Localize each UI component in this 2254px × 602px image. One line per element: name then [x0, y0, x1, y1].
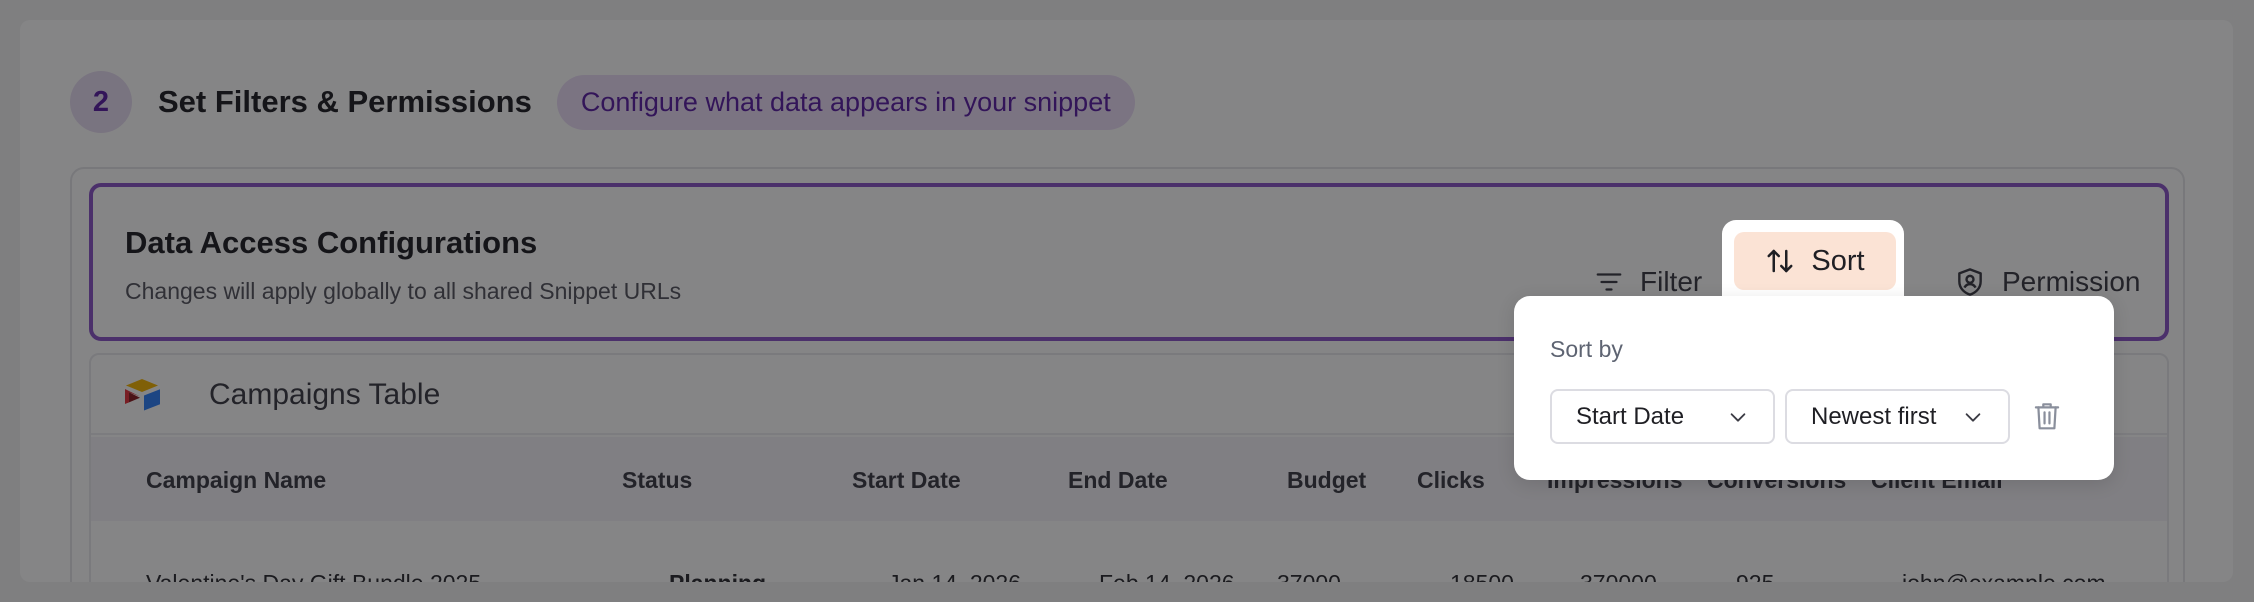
sort-field-value: Start Date — [1576, 402, 1685, 430]
cell-status: Planning — [669, 570, 766, 582]
chevron-down-icon — [1965, 412, 1981, 422]
sort-order-select[interactable]: Newest first — [1785, 389, 2010, 444]
cell-start-date: Jan 14, 2026 — [888, 570, 1021, 582]
cell-end-date: Feb 14, 2026 — [1099, 570, 1235, 582]
permission-shield-icon — [1958, 268, 1982, 296]
cell-client-email: john@example.com — [1902, 570, 2106, 582]
data-access-subtitle: Changes will apply globally to all share… — [125, 278, 682, 304]
sort-by-label: Sort by — [1550, 336, 1623, 362]
sort-order-value: Newest first — [1811, 402, 1937, 430]
table-title: Campaigns Table — [209, 378, 441, 411]
column-header[interactable]: Start Date — [852, 467, 961, 494]
cell-impressions: 370000 — [1580, 570, 1657, 582]
column-header[interactable]: End Date — [1068, 467, 1168, 494]
cell-budget: 37000 — [1277, 570, 1341, 582]
filter-label: Filter — [1640, 266, 1703, 297]
filter-icon — [1596, 273, 1622, 291]
step-title: Set Filters & Permissions — [158, 84, 532, 119]
step-header: 2 Set Filters & Permissions Configure wh… — [70, 71, 1135, 133]
column-header[interactable]: Campaign Name — [146, 467, 326, 494]
column-header[interactable]: Clicks — [1417, 467, 1485, 494]
sort-icon — [1767, 249, 1793, 273]
trash-icon[interactable] — [2032, 400, 2062, 432]
step-number-badge: 2 — [70, 71, 132, 133]
airtable-icon — [125, 379, 160, 411]
cell-campaign-name: Valentine's Day Gift Bundle 2025 — [146, 570, 481, 582]
sort-popover: Sort by Start Date Newest first — [1514, 296, 2114, 480]
sort-label: Sort — [1811, 244, 1865, 277]
cell-conversions: 925 — [1736, 570, 1774, 582]
chevron-down-icon — [1730, 412, 1746, 422]
sort-field-select[interactable]: Start Date — [1550, 389, 1775, 444]
cell-clicks: 18500 — [1450, 570, 1514, 582]
column-header[interactable]: Status — [622, 467, 692, 494]
sort-button[interactable]: Sort — [1734, 232, 1896, 290]
data-access-title: Data Access Configurations — [125, 225, 538, 260]
permission-label: Permission — [2002, 266, 2141, 297]
column-header[interactable]: Budget — [1287, 467, 1366, 494]
step-description-pill: Configure what data appears in your snip… — [556, 74, 1135, 130]
